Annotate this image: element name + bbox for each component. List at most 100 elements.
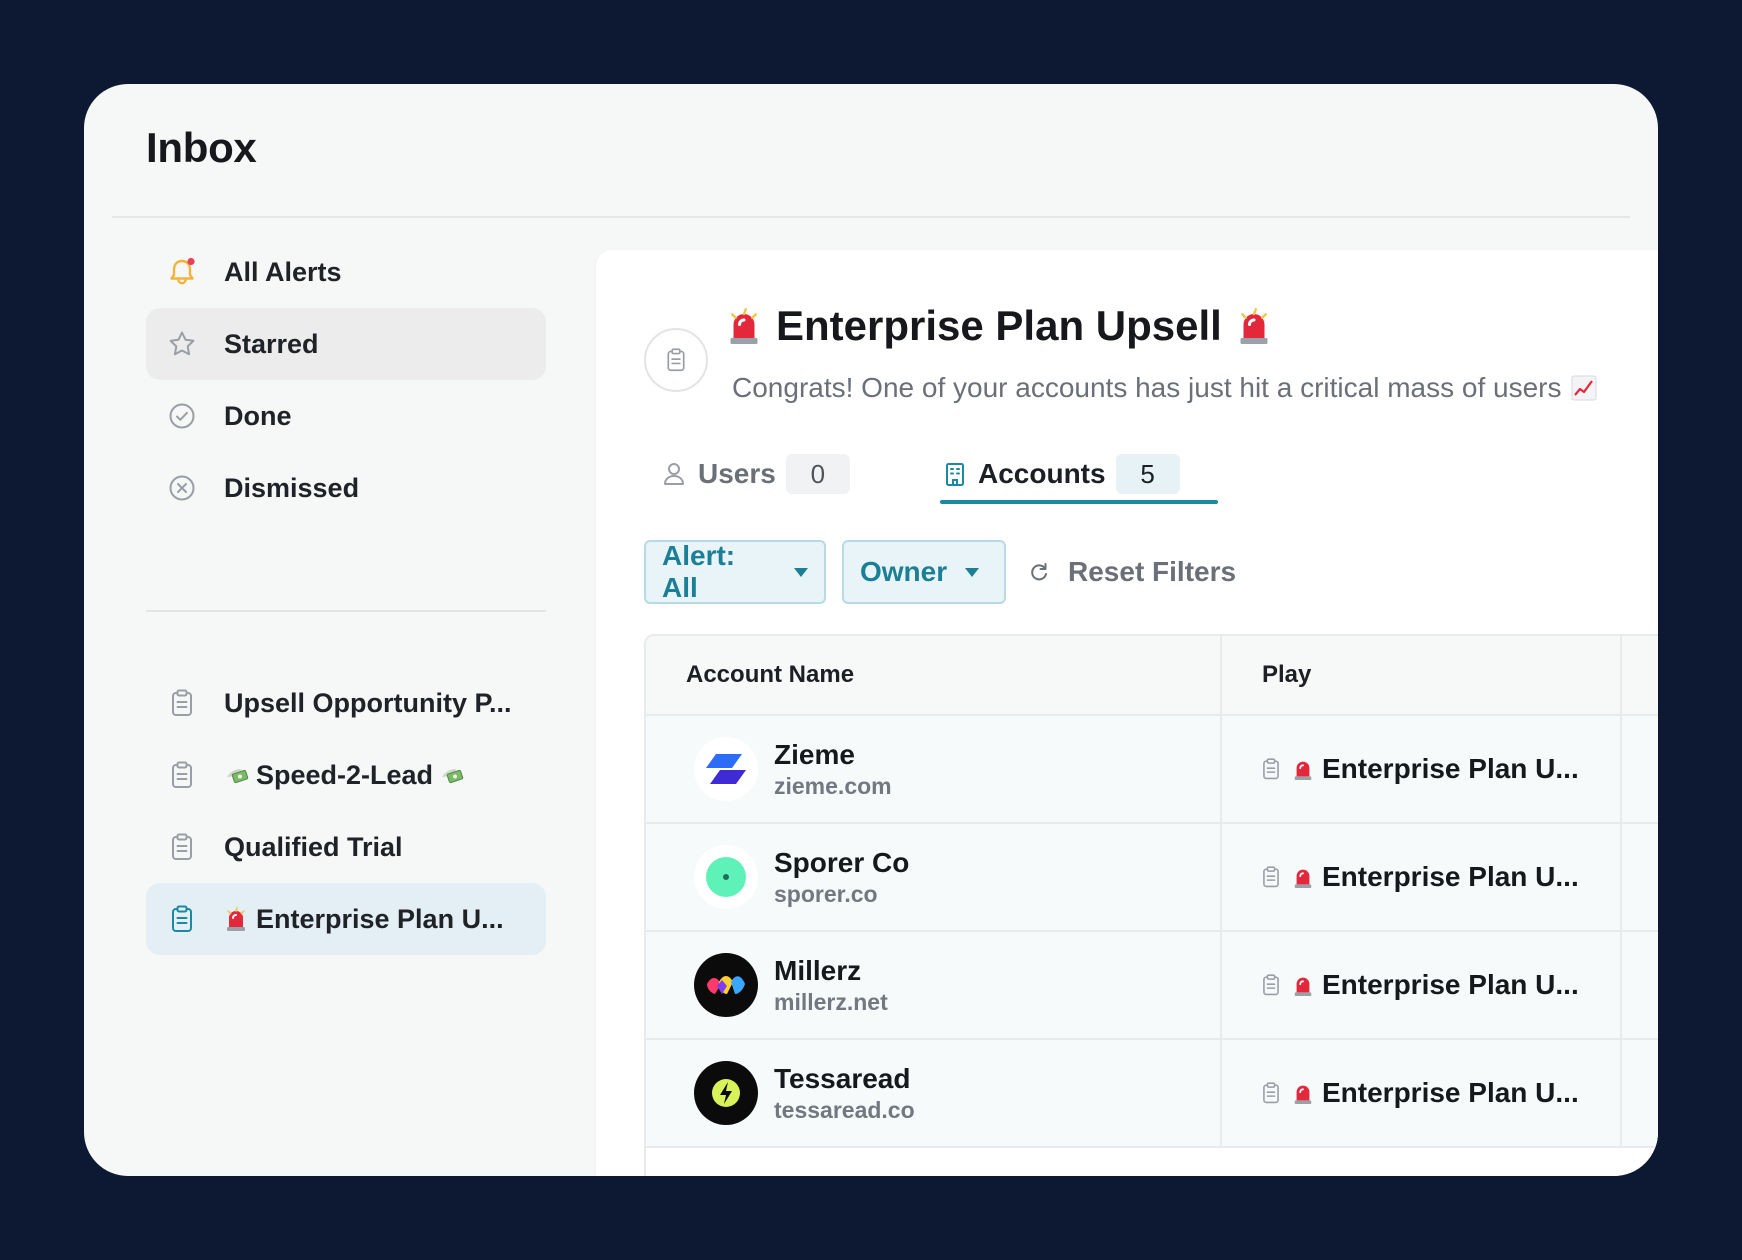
table-row[interactable]: Sporer Co sporer.co Enterprise Plan U... xyxy=(646,824,1658,932)
play-avatar xyxy=(644,328,708,392)
column-header-account-name[interactable]: Account Name xyxy=(646,636,1222,714)
inbox-card: Inbox All Alerts Starred Done Dismissed … xyxy=(84,84,1658,1176)
reset-filters-label: Reset Filters xyxy=(1068,556,1237,587)
account-domain: sporer.co xyxy=(774,881,878,907)
account-domain: tessaread.co xyxy=(774,1097,915,1123)
tab-count-badge: 5 xyxy=(1115,454,1180,494)
header-divider xyxy=(112,216,1630,218)
play-title-text: Enterprise Plan Upsell xyxy=(776,302,1222,349)
page-title: Inbox xyxy=(146,124,257,171)
zieme-logo-icon xyxy=(706,754,746,784)
play-name-text: Enterprise Plan U... xyxy=(1322,861,1579,892)
play-title: Enterprise Plan Upsell xyxy=(726,302,1272,350)
sidebar-item-label: Upsell Opportunity P... xyxy=(224,687,512,718)
siren-icon xyxy=(1294,977,1312,996)
play-cell: Enterprise Plan U... xyxy=(1222,716,1622,822)
money-with-wings-icon xyxy=(227,769,249,784)
check-circle-icon xyxy=(166,400,198,432)
caret-down-icon xyxy=(794,567,808,577)
sidebar-item-dismissed[interactable]: Dismissed xyxy=(146,452,546,524)
owner-filter-label: Owner xyxy=(860,556,948,587)
play-cell: Enterprise Plan U... xyxy=(1222,824,1622,930)
millerz-logo-icon xyxy=(707,976,745,994)
play-detail-panel: Enterprise Plan Upsell Congrats! One of … xyxy=(596,250,1658,1176)
account-cell: Millerz millerz.net xyxy=(646,932,1222,1038)
clipboard-icon xyxy=(166,759,198,791)
bell-icon xyxy=(166,256,198,288)
account-name: Tessaread xyxy=(774,1063,911,1094)
column-header-play[interactable]: Play xyxy=(1222,636,1622,714)
table-row[interactable]: Millerz millerz.net Enterprise Plan U... xyxy=(646,932,1658,1040)
account-logo xyxy=(694,1061,758,1125)
table-header: Account Name Play xyxy=(646,636,1658,716)
clipboard-icon xyxy=(1263,974,1279,996)
sidebar-item-qualified-trial[interactable]: Qualified Trial xyxy=(146,811,546,883)
sidebar-item-done[interactable]: Done xyxy=(146,380,546,452)
siren-icon xyxy=(730,308,758,344)
tab-label: Accounts xyxy=(978,458,1106,489)
caret-down-icon xyxy=(965,567,980,577)
sidebar-item-speed-2-lead[interactable]: Speed-2-Lead xyxy=(146,739,546,811)
siren-icon xyxy=(1294,1085,1312,1104)
sidebar-item-upsell-opportunity[interactable]: Upsell Opportunity P... xyxy=(146,667,546,739)
tab-label: Users xyxy=(698,458,776,489)
siren-icon xyxy=(227,907,245,931)
account-domain: millerz.net xyxy=(774,989,888,1015)
play-subtitle-text: Congrats! One of your accounts has just … xyxy=(732,372,1562,403)
play-name: Enterprise Plan U... xyxy=(1292,861,1579,893)
sidebar-item-label: Done xyxy=(224,400,292,431)
clipboard-icon xyxy=(166,903,198,935)
sporer-logo-icon xyxy=(706,857,746,897)
clipboard-icon xyxy=(1263,866,1279,888)
account-domain: zieme.com xyxy=(774,773,892,799)
play-subtitle: Congrats! One of your accounts has just … xyxy=(732,372,1597,404)
refresh-icon xyxy=(1031,563,1047,581)
active-tab-indicator xyxy=(940,500,1218,504)
sidebar-item-label: Qualified Trial xyxy=(224,831,403,862)
tab-users[interactable]: Users 0 xyxy=(662,446,850,502)
account-name: Millerz xyxy=(774,955,862,986)
account-cell: Sporer Co sporer.co xyxy=(646,824,1222,930)
sidebar-item-enterprise-plan[interactable]: Enterprise Plan U... xyxy=(146,883,546,955)
play-cell: Enterprise Plan U... xyxy=(1222,1040,1622,1146)
chart-increasing-icon xyxy=(1571,375,1597,401)
building-icon xyxy=(946,463,964,486)
x-circle-icon xyxy=(166,472,198,504)
account-cell: Zieme zieme.com xyxy=(646,716,1222,822)
alert-filter-label: Alert: All xyxy=(662,540,736,603)
siren-icon xyxy=(1294,869,1312,888)
tab-accounts[interactable]: Accounts 5 xyxy=(944,446,1180,502)
clipboard-icon xyxy=(1263,1082,1279,1104)
siren-icon xyxy=(1294,761,1312,780)
sidebar-item-all-alerts[interactable]: All Alerts xyxy=(146,236,546,308)
play-name-text: Enterprise Plan U... xyxy=(1322,1077,1579,1108)
table-row[interactable]: Zieme zieme.com Enterprise Plan U... xyxy=(646,716,1658,824)
table-row[interactable]: Tessaread tessaread.co Enterprise Plan U… xyxy=(646,1040,1658,1148)
account-logo xyxy=(694,737,758,801)
siren-icon xyxy=(1240,308,1268,344)
sidebar-divider xyxy=(146,610,546,612)
account-logo xyxy=(694,845,758,909)
play-name: Enterprise Plan U... xyxy=(1292,969,1579,1001)
sidebar-item-label: Speed-2-Lead xyxy=(256,759,434,790)
reset-filters-button[interactable]: Reset Filters xyxy=(1028,550,1236,594)
account-logo xyxy=(694,953,758,1017)
tessaread-logo-icon xyxy=(712,1079,740,1107)
star-icon xyxy=(166,328,198,360)
tab-count-badge: 0 xyxy=(785,454,850,494)
play-name-text: Enterprise Plan U... xyxy=(1322,969,1579,1000)
owner-filter-dropdown[interactable]: Owner xyxy=(842,540,1006,604)
clipboard-icon xyxy=(166,831,198,863)
sidebar-item-label-wrap: Speed-2-Lead xyxy=(224,760,465,791)
sidebar-item-label: All Alerts xyxy=(224,256,342,287)
accounts-table: Account Name Play Zieme zieme.com Enterp… xyxy=(644,634,1658,1176)
play-name-text: Enterprise Plan U... xyxy=(1322,753,1579,784)
account-cell: Tessaread tessaread.co xyxy=(646,1040,1222,1146)
alert-filter-dropdown[interactable]: Alert: All xyxy=(644,540,826,604)
account-name: Sporer Co xyxy=(774,847,910,878)
clipboard-icon xyxy=(1263,758,1279,780)
sidebar-item-starred[interactable]: Starred xyxy=(146,308,546,380)
play-cell: Enterprise Plan U... xyxy=(1222,932,1622,1038)
sidebar-item-label: Enterprise Plan U... xyxy=(256,903,504,934)
clipboard-icon xyxy=(667,348,685,372)
